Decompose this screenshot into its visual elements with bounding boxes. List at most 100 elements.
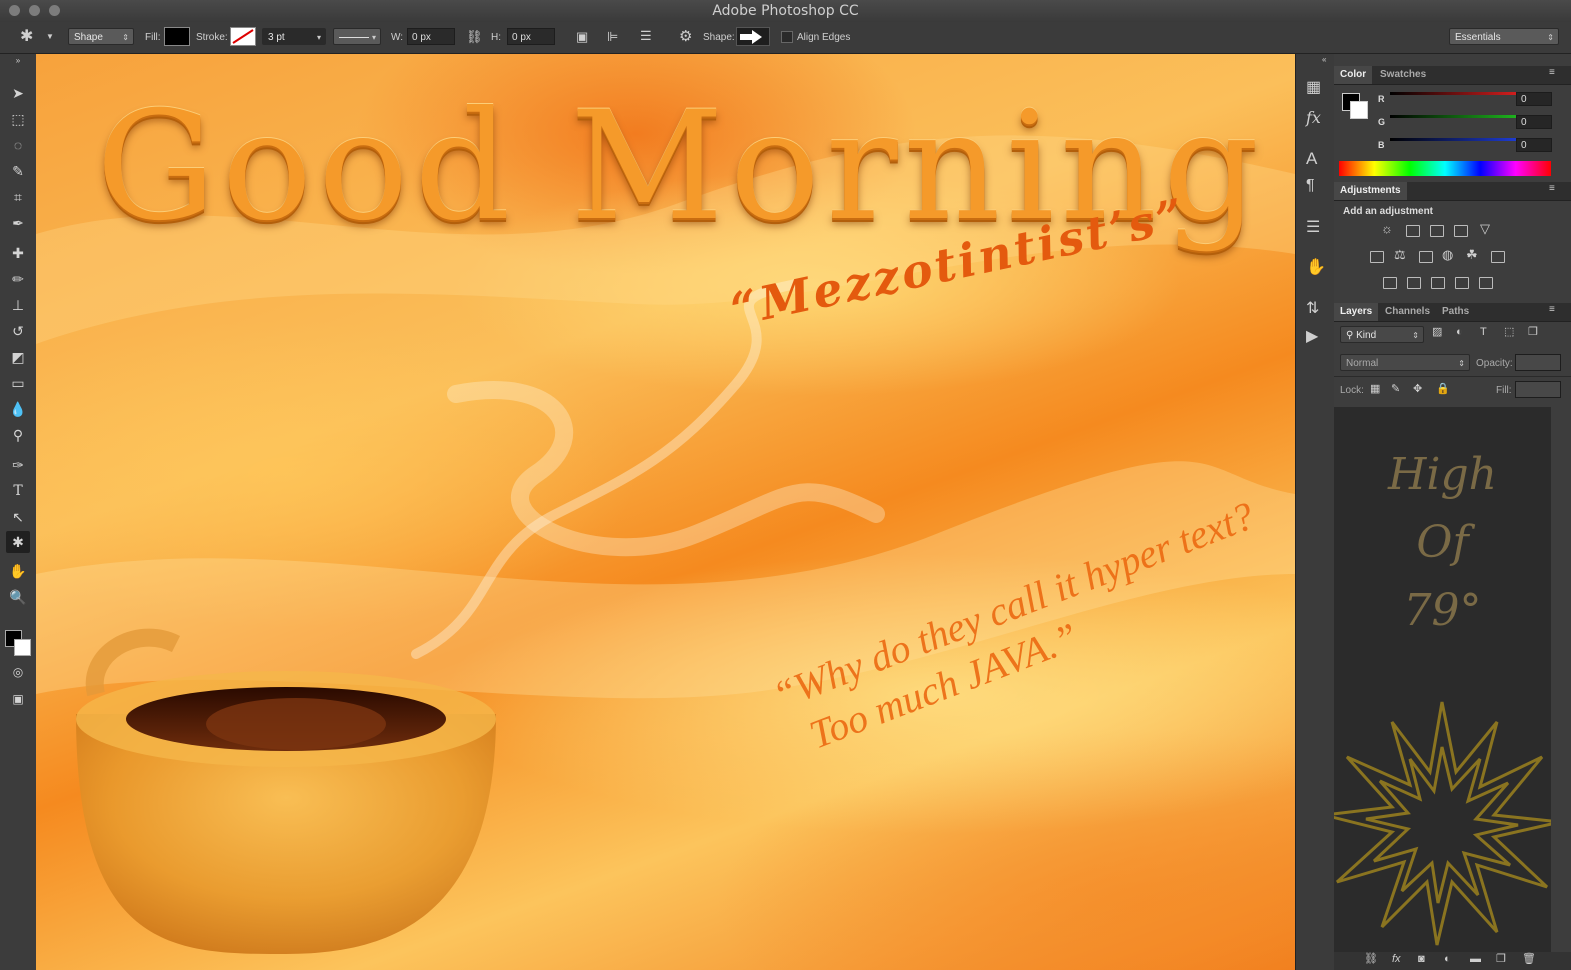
tool-mode-select[interactable]: Shape ⇕ (68, 28, 134, 45)
lock-transparent-icon[interactable]: ▦ (1370, 384, 1380, 395)
add-mask-icon[interactable]: ◙ (1418, 954, 1425, 965)
lock-image-icon[interactable]: ✎ (1391, 384, 1400, 395)
new-layer-icon[interactable]: ❐ (1496, 954, 1506, 965)
history-brush-tool-icon[interactable]: ↺ (6, 320, 30, 342)
photo-filter-icon[interactable]: ◍ (1442, 248, 1453, 261)
paragraph-panel-icon[interactable]: ¶ (1306, 178, 1315, 194)
red-value-field[interactable]: 0 (1516, 92, 1552, 106)
layers-list[interactable]: High Of 79° (1334, 407, 1551, 952)
info-panel-icon[interactable]: ▦ (1306, 80, 1321, 96)
lock-position-icon[interactable]: ✥ (1413, 384, 1422, 395)
blue-value-field[interactable]: 0 (1516, 138, 1552, 152)
blue-slider[interactable] (1390, 138, 1525, 141)
layer-filter-select[interactable]: ⚲ Kind ⇕ (1340, 326, 1424, 343)
brightness-contrast-icon[interactable]: ☼ (1381, 222, 1393, 235)
character-panel-icon[interactable]: A (1306, 150, 1317, 167)
link-layers-icon[interactable]: ⛓ (1364, 954, 1378, 965)
collapse-arrows-icon[interactable]: « (1322, 56, 1326, 64)
color-lookup-icon[interactable] (1491, 251, 1505, 263)
levels-icon[interactable] (1406, 225, 1420, 237)
lock-all-icon[interactable]: 🔒 (1436, 384, 1450, 395)
background-color-swatch[interactable] (14, 639, 31, 656)
history-panel-icon[interactable]: ⇅ (1306, 301, 1319, 317)
document-canvas[interactable]: Good Morning “Mezzotintist’s” “Why do th… (36, 54, 1295, 970)
path-selection-tool-icon[interactable]: ↖ (6, 506, 30, 528)
red-slider[interactable] (1390, 92, 1525, 95)
pen-tool-icon[interactable]: ✑ (6, 454, 30, 476)
channel-mixer-icon[interactable]: ☘ (1466, 248, 1478, 261)
stroke-width-field[interactable]: 3 pt ▾ (262, 28, 326, 45)
blend-mode-select[interactable]: Normal ⇕ (1340, 354, 1470, 371)
color-panel-background-swatch[interactable] (1350, 101, 1368, 119)
eyedropper-tool-icon[interactable]: ✒ (6, 212, 30, 234)
color-balance-icon[interactable]: ⚖ (1394, 248, 1406, 261)
gradient-tool-icon[interactable]: ▭ (6, 372, 30, 394)
fill-swatch[interactable] (164, 27, 190, 46)
eraser-tool-icon[interactable]: ◩ (6, 346, 30, 368)
clone-stamp-tool-icon[interactable]: ⊥ (6, 294, 30, 316)
filter-pixel-icon[interactable]: ▨ (1432, 327, 1442, 338)
delete-layer-icon[interactable]: 🗑 (1522, 954, 1536, 965)
filter-adjustment-icon[interactable]: ◐ (1456, 327, 1463, 338)
marquee-tool-icon[interactable]: ⬚ (6, 108, 30, 130)
posterize-icon[interactable] (1407, 277, 1421, 289)
panel-menu-icon[interactable]: ≡ (1549, 68, 1555, 78)
properties-panel-icon[interactable]: ☰ (1306, 220, 1320, 236)
panel-menu-icon[interactable]: ≡ (1549, 305, 1555, 315)
crop-tool-icon[interactable]: ⌗ (6, 186, 30, 208)
brush-tool-icon[interactable]: ✏ (6, 268, 30, 290)
brush-presets-panel-icon[interactable]: ✋ (1306, 260, 1326, 276)
fill-field[interactable] (1515, 381, 1561, 398)
layer-style-icon[interactable]: fx (1392, 954, 1401, 965)
healing-brush-tool-icon[interactable]: ✚ (6, 242, 30, 264)
custom-shape-tool-icon[interactable]: ✱ (6, 531, 30, 553)
chevron-down-icon[interactable]: ▼ (46, 33, 54, 41)
panel-menu-icon[interactable]: ≡ (1549, 184, 1555, 194)
gear-icon[interactable]: ⚙ (679, 29, 692, 44)
custom-shape-tool-preset-icon[interactable]: ✱ (20, 29, 33, 45)
opacity-field[interactable] (1515, 354, 1561, 371)
tab-paths[interactable]: Paths (1436, 303, 1475, 321)
threshold-icon[interactable] (1431, 277, 1445, 289)
tab-channels[interactable]: Channels (1379, 303, 1436, 321)
width-field[interactable]: 0 px (407, 28, 455, 45)
exposure-icon[interactable] (1454, 225, 1468, 237)
hand-tool-icon[interactable]: ✋ (6, 560, 30, 582)
zoom-tool-icon[interactable]: 🔍 (6, 586, 30, 608)
collapse-toolbar-icon[interactable]: » (6, 56, 30, 66)
tab-swatches[interactable]: Swatches (1374, 66, 1432, 84)
black-white-icon[interactable] (1419, 251, 1433, 263)
tab-layers[interactable]: Layers (1334, 303, 1379, 321)
new-adjustment-layer-icon[interactable]: ◐ (1444, 954, 1451, 965)
shape-picker[interactable] (736, 27, 770, 46)
screen-mode-icon[interactable]: ▣ (6, 688, 30, 710)
height-field[interactable]: 0 px (507, 28, 555, 45)
selective-color-icon[interactable] (1455, 277, 1469, 289)
green-value-field[interactable]: 0 (1516, 115, 1552, 129)
blur-tool-icon[interactable]: 💧 (6, 398, 30, 420)
filter-shape-icon[interactable]: ⬚ (1504, 327, 1514, 338)
quick-selection-tool-icon[interactable]: ✎ (6, 160, 30, 182)
actions-panel-icon[interactable]: ▶ (1306, 329, 1318, 345)
path-arrangement-icon[interactable]: ☰ (640, 29, 652, 42)
vibrance-icon[interactable]: ▽ (1480, 222, 1490, 235)
styles-panel-icon[interactable]: fx (1306, 110, 1321, 126)
align-edges-checkbox[interactable] (781, 31, 793, 43)
quick-mask-icon[interactable]: ◎ (6, 661, 30, 683)
move-tool-icon[interactable]: ➤ (6, 82, 30, 104)
new-group-icon[interactable]: ▬ (1470, 954, 1481, 965)
tab-adjustments[interactable]: Adjustments (1334, 182, 1407, 200)
hue-saturation-icon[interactable] (1370, 251, 1384, 263)
gradient-map-icon[interactable] (1479, 277, 1493, 289)
dodge-tool-icon[interactable]: ⚲ (6, 424, 30, 446)
link-icon[interactable]: ⛓ (466, 30, 483, 43)
path-alignment-icon[interactable]: ⊫ (607, 30, 618, 43)
color-spectrum-ramp[interactable] (1339, 161, 1551, 176)
stroke-type-select[interactable]: ▾ (333, 28, 381, 45)
filter-smart-object-icon[interactable]: ❐ (1528, 327, 1538, 338)
curves-icon[interactable] (1430, 225, 1444, 237)
green-slider[interactable] (1390, 115, 1525, 118)
path-operations-icon[interactable]: ▣ (576, 30, 588, 43)
stroke-swatch[interactable] (230, 27, 256, 46)
tab-color[interactable]: Color (1334, 66, 1373, 84)
